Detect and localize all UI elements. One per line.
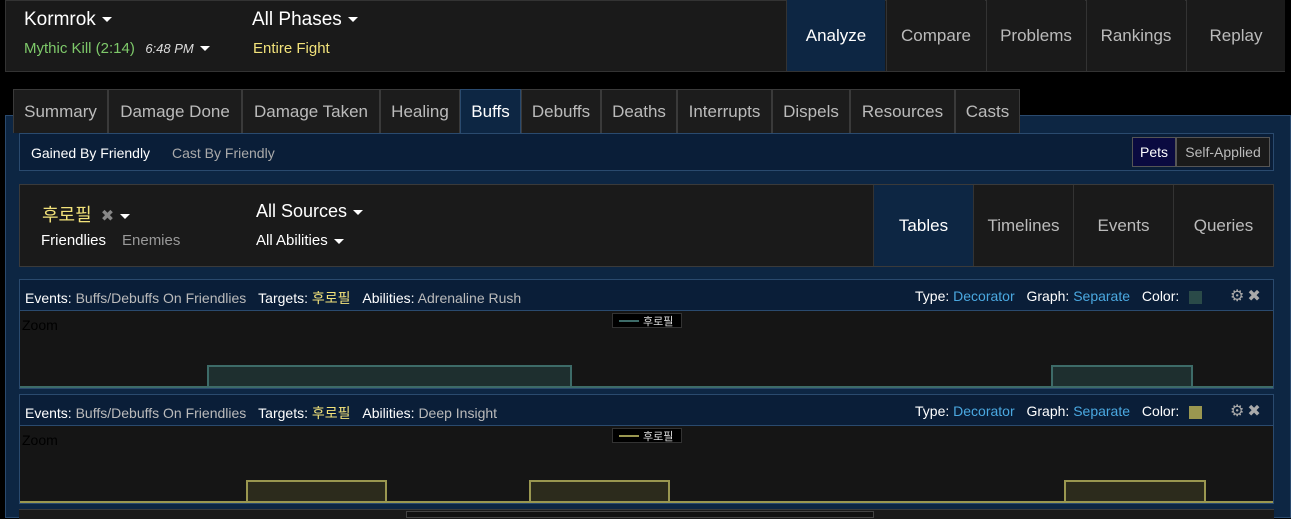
fight-time: 6:48 PM [145,41,194,56]
chevron-down-icon [347,17,358,23]
tab-summary[interactable]: Summary [13,89,108,133]
buff-uptime-bar [529,480,670,503]
target-name: 후로필 [42,205,92,225]
phase-dropdown[interactable]: All Phases [252,9,358,31]
sources-dropdown[interactable]: All Sources [256,201,364,222]
view-tables[interactable]: Tables [873,185,973,266]
abilities-label: Abilities: [362,405,415,421]
next-panel-tabs-edge [406,511,874,518]
tab-casts[interactable]: Casts [955,89,1020,133]
self-applied-toggle[interactable]: Self-Applied [1176,137,1270,167]
graph-panel-deep-insight: Events: Buffs/Debuffs On Friendlies Targ… [19,394,1274,504]
type-value[interactable]: Decorator [953,403,1014,419]
view-queries[interactable]: Queries [1173,185,1273,266]
gear-icon[interactable]: ⚙ [1230,288,1244,305]
kill-label: Mythic Kill (2:14) [24,40,135,57]
view-timelines[interactable]: Timelines [973,185,1073,266]
boss-dropdown[interactable]: Kormrok [24,9,112,31]
color-swatch[interactable] [1189,290,1203,304]
buff-uptime-bar [246,480,387,503]
tab-damage-done[interactable]: Damage Done [108,89,242,133]
targets-value: 후로필 [311,405,351,421]
color-label: Color: [1141,403,1180,419]
buff-uptime-bar [1064,480,1206,503]
chevron-down-icon [120,213,131,219]
events-value: Buffs/Debuffs On Friendlies [75,290,247,306]
sources-label: All Sources [256,201,348,221]
nav-replay[interactable]: Replay [1186,0,1285,71]
view-events[interactable]: Events [1073,185,1173,266]
phase-sub: Entire Fight [253,40,330,57]
phase-name: All Phases [252,9,342,30]
tab-healing[interactable]: Healing [380,89,460,133]
type-value[interactable]: Decorator [953,288,1014,304]
nav-analyze[interactable]: Analyze [786,0,885,71]
fight-dropdown[interactable]: Mythic Kill (2:14) 6:48 PM [24,40,210,58]
color-label: Color: [1141,288,1180,304]
abilities-label: Abilities: [362,290,415,306]
abilities-dropdown[interactable]: All Abilities [256,232,344,249]
events-value: Buffs/Debuffs On Friendlies [75,405,247,421]
nav-rankings[interactable]: Rankings [1086,0,1185,71]
graph-label: Graph: [1026,403,1070,419]
chevron-down-icon [101,17,112,23]
abilities-label: All Abilities [256,232,328,249]
buff-uptime-graph[interactable] [20,311,1273,388]
graph-value[interactable]: Separate [1073,288,1130,304]
tab-deaths[interactable]: Deaths [601,89,677,133]
gained-by-friendly-link[interactable]: Gained By Friendly [31,145,150,161]
chevron-down-icon [353,209,364,215]
cast-by-friendly-link[interactable]: Cast By Friendly [172,145,275,161]
buff-uptime-graph[interactable] [20,426,1273,503]
close-icon[interactable]: ✖ [101,208,114,225]
abilities-value: Deep Insight [418,405,498,421]
graph-panel-adrenaline-rush: Events: Buffs/Debuffs On Friendlies Targ… [19,279,1274,389]
nav-problems[interactable]: Problems [986,0,1085,71]
graph-value[interactable]: Separate [1073,403,1130,419]
close-icon[interactable]: ✖ [1247,403,1260,420]
tab-resources[interactable]: Resources [850,89,955,133]
graph-header: Events: Buffs/Debuffs On Friendlies Targ… [20,395,1273,426]
tab-interrupts[interactable]: Interrupts [677,89,772,133]
enemies-link[interactable]: Enemies [122,232,180,249]
tab-dispels[interactable]: Dispels [772,89,850,133]
events-label: Events: [25,405,72,421]
friendlies-link[interactable]: Friendlies [41,232,106,249]
tab-debuffs[interactable]: Debuffs [521,89,601,133]
type-label: Type: [915,288,950,304]
gear-icon[interactable]: ⚙ [1230,403,1244,420]
pets-toggle[interactable]: Pets [1132,137,1176,167]
targets-label: Targets: [258,405,308,421]
chevron-down-icon [199,46,210,52]
tab-buffs[interactable]: Buffs [460,89,521,133]
tab-damage-taken[interactable]: Damage Taken [242,89,380,133]
nav-compare[interactable]: Compare [886,0,985,71]
graph-label: Graph: [1026,288,1070,304]
targets-value: 후로필 [311,290,351,306]
events-label: Events: [25,290,72,306]
boss-name: Kormrok [24,9,96,30]
buff-uptime-bar [207,365,572,388]
type-label: Type: [915,403,950,419]
buff-uptime-bar [1051,365,1193,388]
buff-filter-bar: Gained By Friendly Cast By Friendly [19,133,1274,171]
chevron-down-icon [333,238,344,244]
target-dropdown[interactable]: 후로필 ✖ [42,201,131,227]
abilities-value: Adrenaline Rush [417,290,522,306]
graph-header: Events: Buffs/Debuffs On Friendlies Targ… [20,280,1273,311]
close-icon[interactable]: ✖ [1247,288,1260,305]
color-swatch[interactable] [1189,405,1203,419]
targets-label: Targets: [258,290,308,306]
